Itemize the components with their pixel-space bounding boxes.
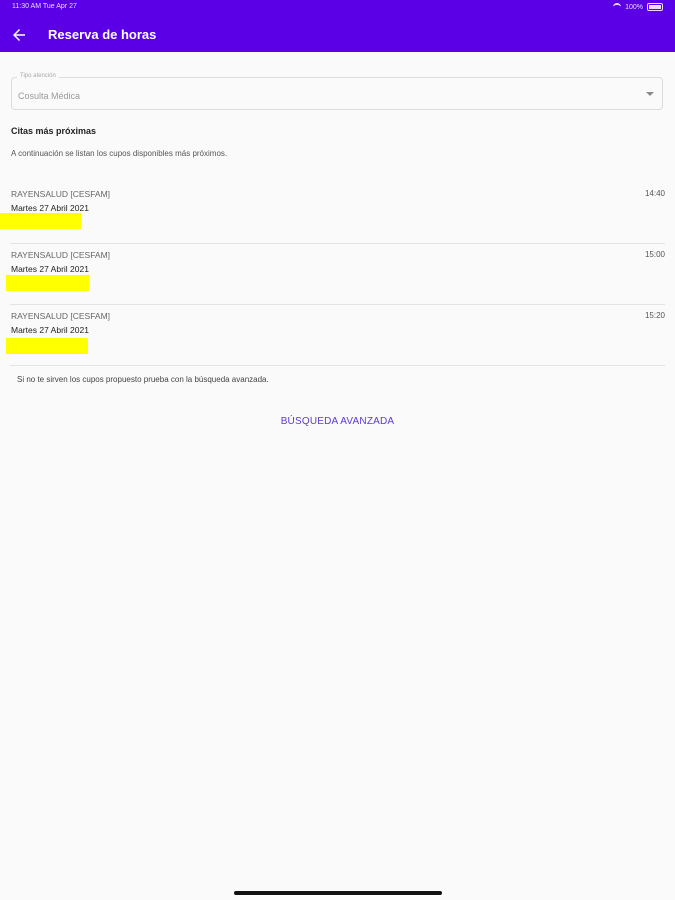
upcoming-section-title: Citas más próximas xyxy=(11,126,97,136)
slot-provider: RAYENSALUD [CESFAM] xyxy=(11,311,111,321)
wifi-icon xyxy=(613,3,622,11)
home-indicator[interactable] xyxy=(234,891,442,895)
slot-date: Martes 27 Abril 2021 xyxy=(11,325,89,335)
status-bar: 11:30 AM Tue Apr 27 100% xyxy=(0,0,675,14)
advanced-search-hint: Si no te sirven los cupos propuesto prue… xyxy=(17,375,269,384)
appointment-slot[interactable]: RAYENSALUD [CESFAM] Martes 27 Abril 2021… xyxy=(0,305,675,366)
attention-type-label: Tipo atención xyxy=(17,73,59,79)
status-indicators: 100% xyxy=(613,3,663,11)
appointment-slot[interactable]: RAYENSALUD [CESFAM] Martes 27 Abril 2021… xyxy=(0,183,675,244)
slot-time: 15:20 xyxy=(644,311,665,320)
page-title: Reserva de horas xyxy=(48,27,157,42)
slot-time: 14:40 xyxy=(644,189,665,198)
divider xyxy=(10,365,665,366)
slot-provider: RAYENSALUD [CESFAM] xyxy=(11,189,111,199)
attention-type-value: Cosulta Médica xyxy=(18,91,81,101)
redaction-highlight xyxy=(6,338,88,354)
back-arrow-icon[interactable] xyxy=(10,26,28,44)
appointment-slot[interactable]: RAYENSALUD [CESFAM] Martes 27 Abril 2021… xyxy=(0,244,675,305)
status-time: 11:30 AM xyxy=(12,3,42,10)
slot-provider: RAYENSALUD [CESFAM] xyxy=(11,250,111,260)
slot-time: 15:00 xyxy=(644,250,665,259)
app-header: 11:30 AM Tue Apr 27 100% Reserva de hora… xyxy=(0,0,675,52)
advanced-search-button[interactable]: BÚSQUEDA AVANZADA xyxy=(0,416,675,427)
attention-type-select[interactable]: Tipo atención Cosulta Médica xyxy=(11,73,663,110)
battery-percentage: 100% xyxy=(625,3,643,11)
slot-date: Martes 27 Abril 2021 xyxy=(11,203,89,213)
chevron-down-icon xyxy=(646,92,654,96)
toolbar: Reserva de horas xyxy=(0,18,675,52)
redaction-highlight xyxy=(0,213,81,229)
status-time-date: 11:30 AM Tue Apr 27 xyxy=(12,3,77,10)
redaction-highlight xyxy=(6,275,89,291)
slot-date: Martes 27 Abril 2021 xyxy=(11,264,89,274)
status-date: Tue Apr 27 xyxy=(42,3,77,10)
battery-icon xyxy=(647,3,663,11)
upcoming-section-description: A continuación se listan los cupos dispo… xyxy=(11,149,228,158)
